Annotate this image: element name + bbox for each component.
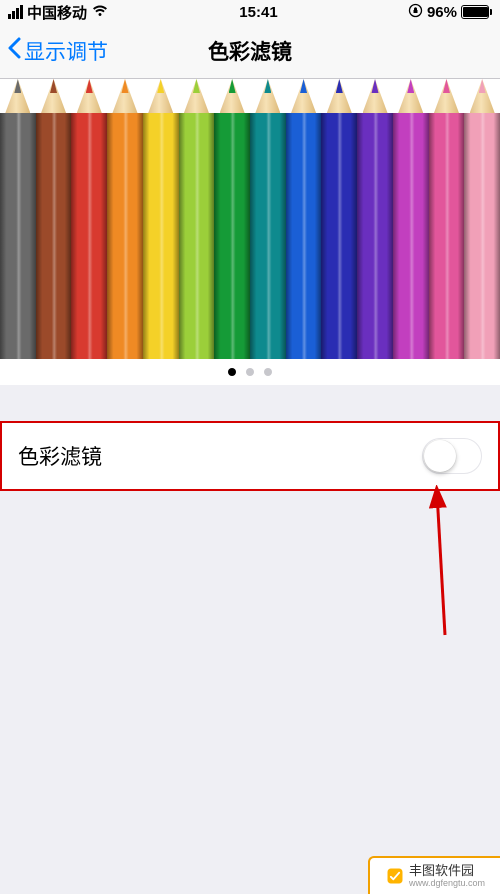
page-dot[interactable]	[228, 368, 236, 376]
pencil	[429, 79, 465, 359]
chevron-left-icon	[6, 36, 22, 66]
nav-bar: 显示调节 色彩滤镜	[0, 24, 500, 79]
pencil	[464, 79, 500, 359]
orientation-lock-icon	[408, 3, 423, 22]
page-indicator[interactable]	[0, 359, 500, 385]
status-bar: 中国移动 15:41 96%	[0, 0, 500, 24]
color-filter-switch[interactable]	[422, 438, 482, 474]
back-button[interactable]: 显示调节	[0, 36, 108, 66]
page-dot[interactable]	[264, 368, 272, 376]
pencil	[214, 79, 250, 359]
color-filter-preview[interactable]	[0, 79, 500, 385]
pencils-image	[0, 79, 500, 359]
pencil	[357, 79, 393, 359]
pencil	[36, 79, 72, 359]
pencil	[143, 79, 179, 359]
battery-icon	[461, 5, 492, 19]
pencil	[179, 79, 215, 359]
pencil	[0, 79, 36, 359]
pencil	[393, 79, 429, 359]
battery-percent: 96%	[427, 4, 457, 21]
signal-icon	[8, 5, 23, 19]
color-filter-toggle-row[interactable]: 色彩滤镜	[0, 421, 500, 491]
watermark-name: 丰图软件园	[409, 864, 485, 878]
switch-knob	[424, 440, 456, 472]
annotation-arrow	[415, 485, 465, 645]
pencil	[71, 79, 107, 359]
watermark-logo-icon	[385, 866, 405, 886]
carrier-label: 中国移动	[27, 2, 87, 23]
wifi-icon	[91, 3, 109, 21]
back-label: 显示调节	[24, 36, 108, 66]
clock: 15:41	[239, 4, 277, 21]
pencil	[250, 79, 286, 359]
pencil	[286, 79, 322, 359]
pencil	[321, 79, 357, 359]
page-dot[interactable]	[246, 368, 254, 376]
pencil	[107, 79, 143, 359]
setting-label: 色彩滤镜	[18, 441, 102, 471]
watermark-url: www.dgfengtu.com	[409, 879, 485, 888]
watermark: 丰图软件园 www.dgfengtu.com	[368, 856, 500, 894]
